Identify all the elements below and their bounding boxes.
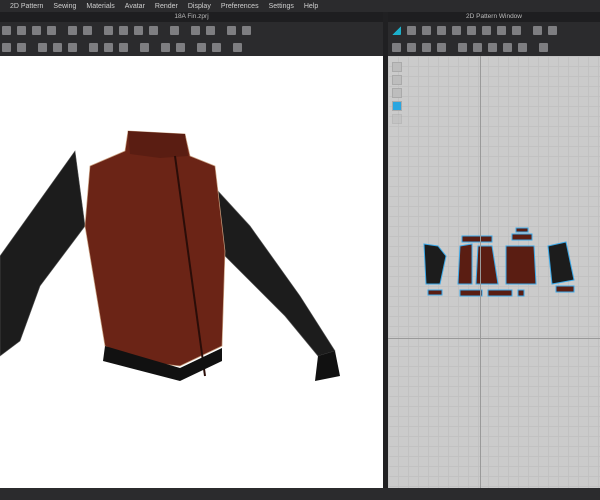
tool-icon[interactable] <box>407 43 416 52</box>
menu-render[interactable]: Render <box>155 3 178 10</box>
transform-pattern-icon[interactable] <box>392 26 401 35</box>
tool-icon[interactable] <box>242 26 251 35</box>
tool-icon[interactable] <box>68 43 77 52</box>
tool-icon[interactable] <box>170 26 179 35</box>
tool-icon[interactable] <box>233 43 242 52</box>
tool-icon[interactable] <box>452 26 461 35</box>
tool-icon[interactable] <box>149 26 158 35</box>
3d-toolbar-row-1 <box>0 22 383 39</box>
tool-icon[interactable] <box>518 43 527 52</box>
tool-icon[interactable] <box>467 26 476 35</box>
tool-icon[interactable] <box>104 43 113 52</box>
tool-icon[interactable] <box>89 43 98 52</box>
tool-icon[interactable] <box>104 26 113 35</box>
2d-window-title: 2D Pattern Window <box>388 12 600 22</box>
tool-icon[interactable] <box>17 26 26 35</box>
tool-icon[interactable] <box>548 26 557 35</box>
3d-garment-viewport[interactable] <box>0 56 383 488</box>
2d-side-toolbar <box>392 62 402 124</box>
tool-icon[interactable] <box>119 43 128 52</box>
tool-icon[interactable] <box>161 43 170 52</box>
tool-icon[interactable] <box>482 26 491 35</box>
tool-icon[interactable] <box>437 43 446 52</box>
menu-2d-pattern[interactable]: 2D Pattern <box>10 3 43 10</box>
tool-icon[interactable] <box>134 26 143 35</box>
tool-icon[interactable] <box>503 43 512 52</box>
jacket-3d-model <box>0 130 340 381</box>
tool-icon[interactable] <box>176 43 185 52</box>
show-avatar-icon[interactable] <box>392 62 402 72</box>
tool-icon[interactable] <box>119 26 128 35</box>
3d-window-title: 18A Fin.zprj <box>0 12 383 22</box>
tool-icon[interactable] <box>53 43 62 52</box>
disabled-tool-icon[interactable] <box>392 114 402 124</box>
tool-icon[interactable] <box>539 43 548 52</box>
tool-icon[interactable] <box>533 26 542 35</box>
tool-icon[interactable] <box>212 43 221 52</box>
menu-settings[interactable]: Settings <box>269 3 294 10</box>
2d-toolbar-row-2 <box>390 39 600 56</box>
info-icon[interactable] <box>392 88 402 98</box>
tool-icon[interactable] <box>32 26 41 35</box>
tool-icon[interactable] <box>422 26 431 35</box>
tool-icon[interactable] <box>191 26 200 35</box>
horizontal-axis-line <box>388 338 600 339</box>
texture-icon[interactable] <box>392 101 402 111</box>
tool-icon[interactable] <box>437 26 446 35</box>
tool-icon[interactable] <box>206 26 215 35</box>
vertical-axis-line <box>480 56 481 488</box>
tool-icon[interactable] <box>17 43 26 52</box>
tool-icon[interactable] <box>68 26 77 35</box>
tool-icon[interactable] <box>2 43 11 52</box>
pattern-pieces <box>423 227 575 297</box>
2d-toolbar-row-1 <box>390 22 600 39</box>
menu-avatar[interactable]: Avatar <box>125 3 145 10</box>
tool-icon[interactable] <box>2 26 11 35</box>
tool-icon[interactable] <box>512 26 521 35</box>
tool-icon[interactable] <box>407 26 416 35</box>
tool-icon[interactable] <box>83 26 92 35</box>
tool-icon[interactable] <box>392 43 401 52</box>
menu-sewing[interactable]: Sewing <box>53 3 76 10</box>
menu-bar: t 2D Pattern Sewing Materials Avatar Ren… <box>0 0 600 12</box>
tool-icon[interactable] <box>458 43 467 52</box>
tool-icon[interactable] <box>140 43 149 52</box>
3d-toolbar-row-2 <box>0 39 383 56</box>
tool-icon[interactable] <box>422 43 431 52</box>
menu-preferences[interactable]: Preferences <box>221 3 259 10</box>
tool-icon[interactable] <box>47 26 56 35</box>
tool-icon[interactable] <box>227 26 236 35</box>
menu-materials[interactable]: Materials <box>86 3 114 10</box>
show-garment-icon[interactable] <box>392 75 402 85</box>
tool-icon[interactable] <box>497 26 506 35</box>
tool-icon[interactable] <box>197 43 206 52</box>
tool-icon[interactable] <box>38 43 47 52</box>
status-bar <box>0 488 600 500</box>
2d-pattern-viewport[interactable] <box>388 56 600 488</box>
tool-icon[interactable] <box>488 43 497 52</box>
menu-display[interactable]: Display <box>188 3 211 10</box>
tool-icon[interactable] <box>473 43 482 52</box>
menu-help[interactable]: Help <box>304 3 318 10</box>
